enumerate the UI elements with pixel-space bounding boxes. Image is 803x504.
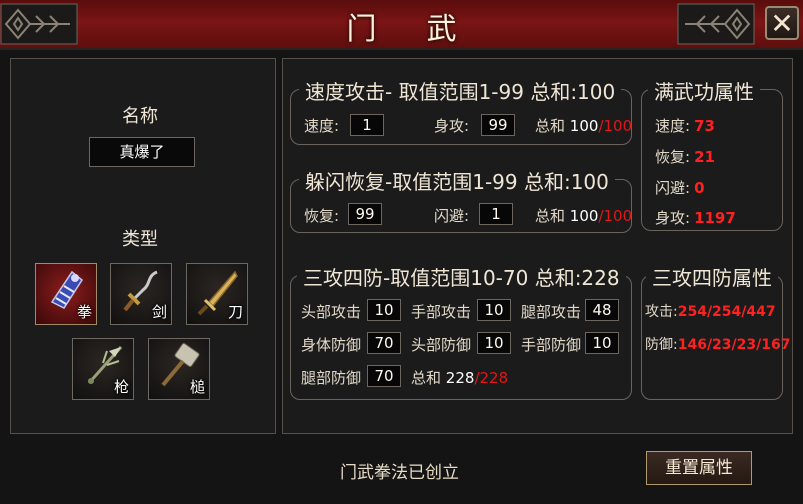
type-label: 类型	[122, 229, 158, 250]
body-attack-label: 身攻:	[434, 117, 470, 135]
full-attr-body: 身攻: 1197	[655, 207, 736, 228]
name-label: 名称	[122, 106, 158, 127]
hand-attack-input[interactable]: 10	[477, 299, 511, 321]
weapon-option-blade[interactable]: 刀	[186, 263, 248, 325]
sum-max: /228	[474, 369, 509, 387]
name-field[interactable]: 真爆了	[89, 137, 195, 167]
title-bar: 门武 ✕	[0, 0, 803, 50]
weapon-option-fist[interactable]: 拳	[35, 263, 97, 325]
reset-attributes-button[interactable]: 重置属性	[646, 451, 752, 485]
sum-label: 总和	[411, 369, 442, 387]
attr-key: 防御:	[645, 337, 678, 353]
hand-defense-label: 手部防御	[521, 336, 582, 354]
attr-key: 速度:	[655, 117, 691, 135]
attr-value: 1197	[694, 209, 736, 227]
attr-key: 恢复:	[655, 148, 691, 166]
attr-key: 身攻:	[655, 209, 691, 227]
dodge-sum: 总和 100/100	[535, 205, 632, 226]
sum-label: 总和	[535, 207, 566, 225]
triple-attr-attack: 攻击:254/254/447	[645, 301, 776, 321]
sum-label: 总和	[535, 117, 566, 135]
weapon-label-blade: 刀	[227, 303, 243, 321]
head-attack-input[interactable]: 10	[367, 299, 401, 321]
sum-max: /100	[598, 207, 633, 225]
attr-key: 攻击:	[645, 304, 678, 320]
triple-attr-defense: 防御:146/23/23/167	[645, 334, 790, 354]
recover-input[interactable]: 99	[348, 203, 382, 225]
full-attr-dodge: 闪避: 0	[655, 177, 705, 198]
weapon-option-spear[interactable]: 枪	[72, 338, 134, 400]
sum-current: 100	[569, 207, 599, 225]
leg-attack-input[interactable]: 48	[585, 299, 619, 321]
head-attack-label: 头部攻击	[301, 303, 362, 321]
head-defense-label: 头部防御	[411, 336, 472, 354]
triple-title: 三攻四防-取值范围10-70 总和:228	[297, 262, 626, 291]
sum-current: 100	[569, 117, 599, 135]
weapon-label-fist: 拳	[76, 303, 92, 321]
body-defense-label: 身体防御	[301, 336, 362, 354]
head-defense-input[interactable]: 10	[477, 332, 511, 354]
sum-max: /100	[598, 117, 633, 135]
sum-current: 228	[445, 369, 475, 387]
attr-value: 254/254/447	[677, 304, 776, 320]
speed-label: 速度:	[304, 117, 340, 135]
hand-attack-label: 手部攻击	[411, 303, 472, 321]
hand-defense-input[interactable]: 10	[585, 332, 619, 354]
leg-defense-input[interactable]: 70	[367, 365, 401, 387]
full-attr-title: 满武功属性	[648, 76, 760, 105]
weapon-label-hammer: 槌	[189, 378, 205, 396]
weapon-label-sword: 剑	[151, 303, 167, 321]
attr-key: 闪避:	[655, 179, 691, 197]
speed-attack-title: 速度攻击- 取值范围1-99 总和:100	[299, 76, 622, 105]
weapon-label-spear: 枪	[113, 378, 129, 396]
attr-value: 73	[694, 117, 715, 135]
body-attack-input[interactable]: 99	[481, 114, 515, 136]
leg-defense-label: 腿部防御	[301, 369, 362, 387]
dodge-input[interactable]: 1	[479, 203, 513, 225]
dodge-label: 闪避:	[434, 207, 470, 225]
attr-value: 146/23/23/167	[677, 337, 791, 353]
speed-sum: 总和 100/100	[535, 115, 632, 136]
leg-attack-label: 腿部攻击	[521, 303, 582, 321]
full-attr-speed: 速度: 73	[655, 115, 715, 136]
triple-attr-title: 三攻四防属性	[646, 262, 778, 291]
body-defense-input[interactable]: 70	[367, 332, 401, 354]
weapon-option-hammer[interactable]: 槌	[148, 338, 210, 400]
status-message: 门武拳法已创立	[340, 463, 459, 483]
dodge-recover-title: 躲闪恢复-取值范围1-99 总和:100	[299, 166, 615, 195]
close-button[interactable]: ✕	[765, 6, 799, 40]
recover-label: 恢复:	[304, 207, 340, 225]
speed-input[interactable]: 1	[350, 114, 384, 136]
weapon-option-sword[interactable]: 剑	[110, 263, 172, 325]
attr-value: 0	[694, 179, 705, 197]
triple-sum: 总和 228/228	[411, 367, 508, 388]
attr-value: 21	[694, 148, 715, 166]
full-attr-recover: 恢复: 21	[655, 146, 715, 167]
corner-ornament-icon	[677, 3, 755, 45]
